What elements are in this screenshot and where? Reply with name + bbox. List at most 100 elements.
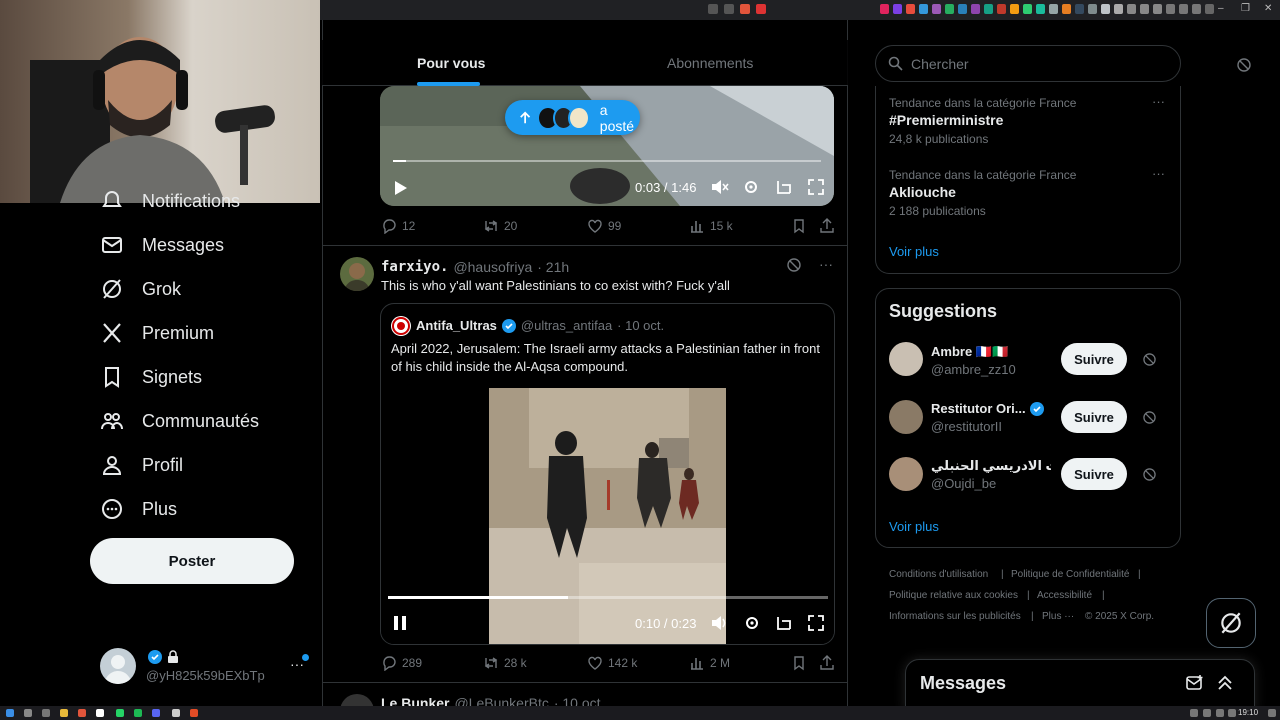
settings-gear-icon[interactable] [743,179,759,195]
trends-show-more-link[interactable]: Voir plus [889,244,939,259]
footer-cookies-link[interactable]: Politique relative aux cookies [889,590,1018,601]
expand-chevron-icon[interactable] [1217,674,1233,692]
extension-icon[interactable] [932,4,941,14]
obs-icon[interactable] [172,709,180,717]
nav-bookmarks[interactable]: Signets [100,362,202,392]
notification-center-icon[interactable] [1268,709,1276,717]
follow-button[interactable]: Suivre [1061,458,1127,490]
pause-icon[interactable] [393,615,407,631]
display-name[interactable]: farxiyo. [381,259,448,275]
nav-notifications[interactable]: Notifications [100,186,240,216]
follow-button[interactable]: Suivre [1061,401,1127,433]
extension-icon[interactable] [880,4,889,14]
trend-more-icon[interactable]: ··· [1152,166,1165,181]
explorer-icon[interactable] [60,709,68,717]
footer-terms-link[interactable]: Conditions d'utilisation [889,569,988,580]
dismiss-icon[interactable] [1143,353,1156,366]
nav-grok[interactable]: Grok [100,274,181,304]
wifi-icon[interactable] [1216,709,1224,717]
tray-icon[interactable] [1203,709,1211,717]
extension-icon[interactable] [1153,4,1162,14]
play-icon[interactable] [394,180,408,196]
post-more-icon[interactable]: ··· [819,256,833,272]
extension-icon[interactable] [919,4,928,14]
extension-icon[interactable] [1010,4,1019,14]
extension-icon[interactable] [1166,4,1175,14]
suggestion-name-row[interactable]: Restitutor Ori... [931,401,1044,416]
extension-icon[interactable] [1062,4,1071,14]
like-button[interactable]: 142 k [587,655,637,671]
picture-in-picture-icon[interactable] [776,615,792,631]
fullscreen-icon[interactable] [808,615,824,631]
tab-for-you[interactable]: Pour vous [417,55,485,71]
extension-icon[interactable] [1192,4,1201,14]
extension-icon[interactable] [1127,4,1136,14]
grok-floating-button[interactable] [1206,598,1256,648]
footer-accessibility-link[interactable]: Accessibilité [1037,590,1092,601]
footer-privacy-link[interactable]: Politique de Confidentialité [1011,569,1129,580]
extension-icon[interactable] [906,4,915,14]
footer-ads-link[interactable]: Informations sur les publicités [889,611,1021,622]
extension-icon[interactable] [945,4,954,14]
settings-gear-icon[interactable] [744,615,760,631]
new-message-icon[interactable] [1186,674,1204,692]
install-icon[interactable] [708,4,718,14]
not-interested-icon[interactable] [787,258,801,272]
brave-shield-icon[interactable] [740,4,750,14]
search-input[interactable]: Chercher [875,45,1181,82]
discord-icon[interactable] [152,709,160,717]
clock[interactable]: 19:10 [1238,708,1258,717]
minimize-icon[interactable]: – [1218,3,1224,14]
task-view-icon[interactable] [42,709,50,717]
app-icon[interactable] [190,709,198,717]
rewards-icon[interactable] [756,4,766,14]
views-button[interactable]: 15 k [689,218,733,234]
start-icon[interactable] [6,709,14,717]
fullscreen-icon[interactable] [808,179,824,195]
extension-icon[interactable] [1140,4,1149,14]
tray-icon[interactable] [1190,709,1198,717]
suggestion-name[interactable]: ث الادريسي الحنبلي [931,458,1051,474]
picture-in-picture-icon[interactable] [776,179,792,195]
nav-messages[interactable]: Messages [100,230,224,260]
like-button[interactable]: 99 [587,218,621,234]
video-player[interactable]: 0:10 / 0:23 [381,388,834,644]
nav-profile[interactable]: Profil [100,450,183,480]
nav-communities[interactable]: Communautés [100,406,259,436]
maximize-icon[interactable]: ❐ [1241,3,1250,14]
share-icon[interactable] [819,218,835,234]
video-progress-track[interactable] [388,596,828,599]
suggestions-show-more-link[interactable]: Voir plus [889,519,939,534]
close-icon[interactable]: ✕ [1264,3,1272,14]
trend-name[interactable]: #Premierministre [889,112,1003,128]
extension-icon[interactable] [1088,4,1097,14]
extension-icon[interactable] [893,4,902,14]
extension-icon[interactable] [1023,4,1032,14]
extension-icon[interactable] [1114,4,1123,14]
post-button[interactable]: Poster [90,538,294,584]
extension-icon[interactable] [1179,4,1188,14]
reply-button[interactable]: 12 [381,218,415,234]
footer-more-link[interactable]: Plus ··· [1042,611,1074,622]
zoom-icon[interactable] [724,4,734,14]
new-posts-pill[interactable]: a posté [505,100,640,135]
dismiss-icon[interactable] [1143,411,1156,424]
brave-icon[interactable] [78,709,86,717]
repost-button[interactable]: 28 k [483,655,527,671]
avatar[interactable] [340,257,374,291]
share-icon[interactable] [819,655,835,671]
quoted-post[interactable]: Antifa_Ultras @ultras_antifaa · 10 oct. … [380,303,835,645]
avatar[interactable] [889,342,923,376]
views-button[interactable]: 2 M [689,655,730,671]
avatar[interactable] [889,457,923,491]
repost-button[interactable]: 20 [483,218,517,234]
avatar[interactable] [889,400,923,434]
nav-more[interactable]: Plus [100,494,177,524]
extension-icon[interactable] [984,4,993,14]
app-icon[interactable] [96,709,104,717]
post-time[interactable]: · 21h [537,259,569,275]
block-icon[interactable] [1237,58,1251,72]
bookmark-icon[interactable] [791,655,807,671]
extension-icon[interactable] [1205,4,1214,14]
trend-name[interactable]: Akliouche [889,184,956,200]
